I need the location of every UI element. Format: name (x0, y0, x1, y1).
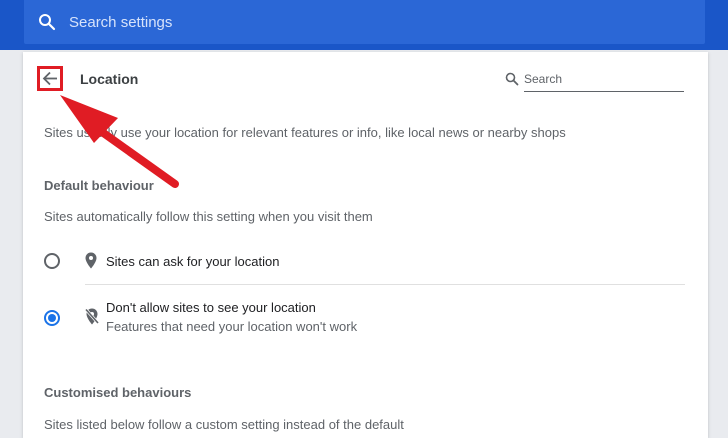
option-sublabel: Features that need your location won't w… (106, 319, 358, 334)
location-pin-icon (85, 252, 97, 274)
page-description: Sites usually use your location for rele… (44, 125, 566, 140)
page-search-field[interactable]: Search (505, 71, 685, 93)
radio-sites-can-ask[interactable] (44, 253, 60, 269)
divider (85, 284, 685, 285)
search-icon (505, 72, 519, 91)
settings-search-box[interactable]: Search settings (24, 0, 705, 44)
settings-search-placeholder: Search settings (69, 14, 173, 31)
default-behaviour-heading: Default behaviour (44, 178, 154, 193)
option-label: Sites can ask for your location (106, 254, 280, 269)
customised-behaviours-heading: Customised behaviours (44, 385, 192, 400)
page-title: Location (80, 71, 139, 87)
search-icon (38, 13, 56, 36)
radio-dont-allow[interactable] (44, 310, 60, 326)
top-bar: Search settings (0, 0, 728, 50)
location-settings-card: Location Search Sites usually use your l… (23, 52, 708, 438)
option-sites-can-ask[interactable]: Sites can ask for your location (44, 242, 686, 282)
option-dont-allow[interactable]: Don't allow sites to see your location F… (44, 292, 686, 344)
page-search-label: Search (524, 72, 563, 86)
page-search-underline (524, 91, 684, 92)
default-behaviour-subtitle: Sites automatically follow this setting … (44, 209, 373, 224)
customised-behaviours-subtitle: Sites listed below follow a custom setti… (44, 417, 404, 432)
option-label: Don't allow sites to see your location (106, 300, 316, 315)
location-off-icon (84, 308, 100, 330)
back-button[interactable] (37, 66, 63, 91)
